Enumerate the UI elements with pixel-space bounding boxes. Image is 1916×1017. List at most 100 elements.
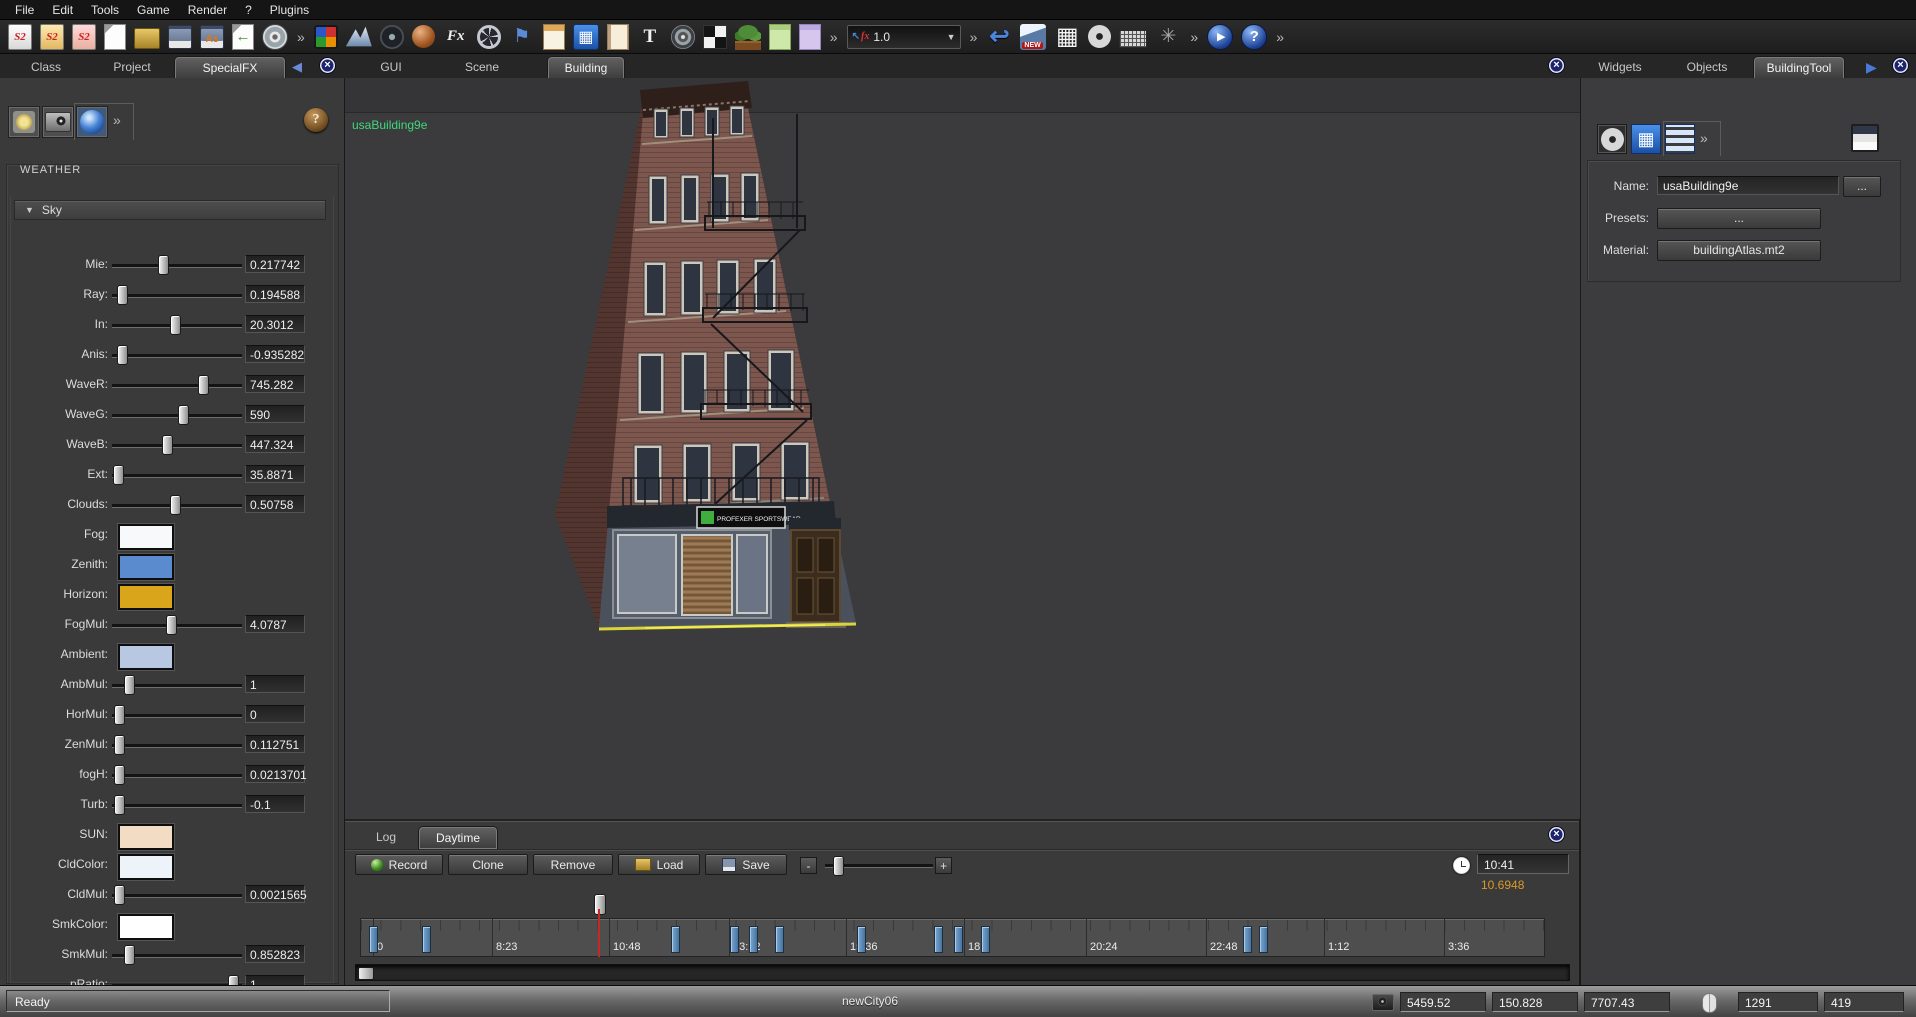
flag-icon[interactable] — [509, 24, 535, 50]
keyframe-marker[interactable] — [422, 926, 431, 953]
load-button[interactable]: Load — [618, 854, 700, 875]
keyframe-marker[interactable] — [857, 926, 866, 953]
toolbar-overflow-icon[interactable]: » — [1275, 29, 1285, 45]
snowflake-icon[interactable] — [1155, 24, 1181, 50]
param-slider[interactable] — [112, 294, 242, 297]
menu-item-plugins[interactable]: Plugins — [261, 1, 318, 19]
timeline-scrubber-handle[interactable] — [594, 894, 606, 915]
note-green-icon[interactable] — [769, 24, 791, 50]
menu-item-render[interactable]: Render — [179, 1, 236, 19]
param-value[interactable]: 0.0213701 — [245, 765, 305, 783]
menu-item-edit[interactable]: Edit — [43, 1, 82, 19]
param-slider[interactable] — [112, 714, 242, 717]
param-slider-handle[interactable] — [113, 465, 124, 485]
param-slider-handle[interactable] — [117, 285, 128, 305]
param-slider-handle[interactable] — [124, 945, 135, 965]
color-swatch[interactable] — [118, 584, 174, 610]
param-value[interactable]: 1 — [245, 675, 305, 693]
param-slider[interactable] — [112, 774, 242, 777]
param-slider-handle[interactable] — [198, 375, 209, 395]
tab-widgets[interactable]: Widgets — [1590, 57, 1650, 77]
timeline-zoom-handle[interactable] — [833, 856, 844, 876]
s2-export-icon[interactable] — [40, 24, 64, 50]
grid-icon[interactable] — [1054, 24, 1080, 50]
cd-disc-icon[interactable] — [262, 24, 288, 50]
text-tool-icon[interactable] — [637, 24, 663, 50]
settings-mode-button[interactable] — [1597, 124, 1627, 154]
name-browse-button[interactable]: ... — [1843, 176, 1881, 197]
import-file-icon[interactable] — [232, 24, 254, 50]
close-panel-icon[interactable] — [1549, 827, 1564, 842]
save-building-button[interactable] — [1851, 124, 1879, 152]
help-icon[interactable] — [1241, 24, 1267, 50]
param-slider-handle[interactable] — [114, 795, 125, 815]
save-as-icon[interactable] — [200, 25, 224, 49]
keyframe-marker[interactable] — [1243, 926, 1252, 953]
menu-item-q[interactable]: ? — [236, 1, 261, 19]
tab-building[interactable]: Building — [548, 57, 624, 79]
clone-button[interactable]: Clone — [448, 854, 528, 875]
keyframe-marker[interactable] — [981, 926, 990, 953]
keyframe-marker[interactable] — [1259, 926, 1268, 953]
param-slider-handle[interactable] — [117, 345, 128, 365]
keyframe-marker[interactable] — [954, 926, 963, 953]
param-value[interactable]: 0.217742 — [245, 255, 305, 273]
s2-import-icon[interactable] — [72, 24, 96, 50]
building-mode-button[interactable] — [1631, 124, 1661, 154]
scroll-icon[interactable] — [607, 24, 629, 50]
keyframe-marker[interactable] — [671, 926, 680, 953]
param-value[interactable]: 20.3012 — [245, 315, 305, 333]
keyframe-marker[interactable] — [775, 926, 784, 953]
keyframe-marker[interactable] — [934, 926, 943, 953]
fx-icon[interactable] — [443, 24, 469, 50]
s2-project-icon[interactable] — [8, 24, 32, 50]
param-slider-handle[interactable] — [114, 705, 125, 725]
open-folder-icon[interactable] — [134, 28, 160, 49]
param-slider-handle[interactable] — [124, 675, 135, 695]
note-purple-icon[interactable] — [799, 24, 821, 50]
param-value[interactable]: 0.0021565 — [245, 885, 305, 903]
rubiks-cube-icon[interactable] — [314, 25, 338, 49]
camera-tool-button[interactable] — [42, 106, 74, 138]
gear-icon[interactable] — [1088, 25, 1111, 48]
param-value[interactable]: 4.0787 — [245, 615, 305, 633]
terrain-icon[interactable] — [346, 24, 372, 50]
tab-daytime[interactable]: Daytime — [419, 827, 497, 849]
weather-tool-button[interactable] — [8, 106, 40, 138]
play-icon[interactable] — [1207, 24, 1233, 50]
tab-objects[interactable]: Objects — [1676, 57, 1738, 77]
param-slider-handle[interactable] — [158, 255, 169, 275]
param-slider-handle[interactable] — [178, 405, 189, 425]
color-swatch[interactable] — [118, 644, 174, 670]
param-slider[interactable] — [112, 384, 242, 387]
param-slider-handle[interactable] — [166, 615, 177, 635]
param-slider[interactable] — [112, 354, 242, 357]
scroll-tabs-right-icon[interactable]: ▶ — [1866, 59, 1877, 76]
tire-icon[interactable] — [380, 25, 404, 49]
keyframe-marker[interactable] — [749, 926, 758, 953]
param-value[interactable]: 0.50758 — [245, 495, 305, 513]
param-slider[interactable] — [112, 474, 242, 477]
toolbar-overflow-icon[interactable]: » — [296, 29, 306, 45]
zoom-level-dropdown[interactable]: fx1.0▼ — [847, 25, 961, 49]
keyframe-marker[interactable] — [369, 926, 378, 953]
org-chart-icon[interactable] — [573, 24, 599, 50]
keyframe-marker[interactable] — [730, 926, 739, 953]
checkerboard-icon[interactable] — [703, 25, 727, 49]
record-button[interactable]: Record — [355, 854, 443, 875]
color-swatch[interactable] — [118, 914, 174, 940]
close-right-tab-icon[interactable] — [1893, 58, 1908, 73]
param-slider-handle[interactable] — [114, 765, 125, 785]
param-slider-handle[interactable] — [162, 435, 173, 455]
keyboard-icon[interactable] — [1119, 30, 1147, 48]
tab-gui[interactable]: GUI — [363, 57, 419, 77]
scrollbar-handle[interactable] — [358, 967, 374, 980]
param-slider[interactable] — [112, 894, 242, 897]
color-swatch[interactable] — [118, 554, 174, 580]
viewport-3d[interactable]: usaBuilding9e — [345, 78, 1580, 819]
save-button[interactable]: Save — [705, 854, 787, 875]
param-value[interactable]: -0.1 — [245, 795, 305, 813]
param-slider[interactable] — [112, 444, 242, 447]
terrain-new-icon[interactable] — [1020, 24, 1046, 50]
param-value[interactable]: 0 — [245, 705, 305, 723]
